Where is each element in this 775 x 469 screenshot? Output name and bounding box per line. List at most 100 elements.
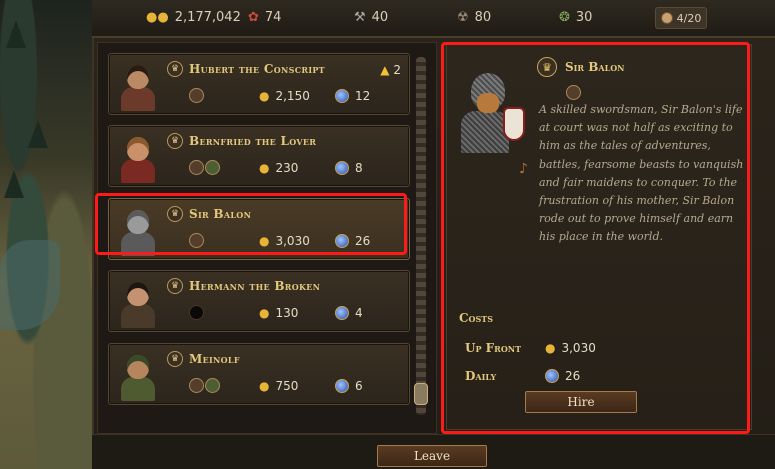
scrollbar-chain[interactable] bbox=[416, 57, 426, 415]
recruit-card[interactable]: ♛ Bernfried the Lover ● 230 8 bbox=[108, 125, 410, 187]
daily-cost-value: 26 bbox=[355, 234, 371, 248]
recruit-name: Hermann the Broken bbox=[189, 279, 321, 293]
gold-coins-icon: ●● bbox=[146, 10, 169, 25]
hire-cost-value: 2,150 bbox=[275, 89, 310, 103]
recruit-card[interactable]: ♛ Meinolf ● 750 6 bbox=[108, 343, 410, 405]
trait-icon[interactable] bbox=[205, 160, 220, 175]
shield-icon bbox=[503, 107, 525, 141]
goods-resource: ❂ 30 bbox=[559, 10, 592, 25]
trait-icon[interactable] bbox=[189, 305, 204, 320]
hire-cost: ● 3,030 bbox=[259, 234, 310, 248]
recruit-portrait bbox=[115, 131, 161, 183]
tools-amount: 40 bbox=[371, 10, 389, 25]
world-map-background bbox=[0, 0, 92, 469]
goods-icon: ❂ bbox=[559, 10, 570, 25]
trait-icon[interactable] bbox=[189, 160, 204, 175]
daily-cost: 8 bbox=[335, 161, 363, 175]
lute-icon: ♪ bbox=[519, 161, 528, 177]
gold-coins-icon: ● bbox=[259, 89, 270, 103]
roster-count-value: 4/20 bbox=[676, 11, 702, 25]
daily-cost-value: 8 bbox=[355, 161, 363, 175]
daily-wage-icon bbox=[335, 89, 349, 103]
perk-icon: ♛ bbox=[167, 351, 183, 367]
recruit-detail-panel: ♛ Sir Balon ♪ A skilled swordsman, Sir B… bbox=[446, 44, 752, 430]
recruit-portrait bbox=[115, 276, 161, 328]
hire-cost-value: 130 bbox=[275, 306, 299, 320]
hire-cost: ● 750 bbox=[259, 379, 298, 393]
tools-resource: ⚒ 40 bbox=[354, 10, 388, 25]
gold-coins-icon: ● bbox=[259, 234, 270, 248]
up-arrow-icon: ▲ bbox=[380, 63, 390, 77]
trait-icon[interactable] bbox=[189, 378, 204, 393]
daily-cost-value: 4 bbox=[355, 306, 363, 320]
hire-cost-value: 3,030 bbox=[275, 234, 310, 248]
gold-coins-icon: ● bbox=[545, 341, 556, 355]
gold-coins-icon: ● bbox=[259, 306, 270, 320]
trait-icon[interactable] bbox=[189, 233, 204, 248]
hire-button[interactable]: Hire bbox=[525, 391, 637, 413]
leave-button[interactable]: Leave bbox=[377, 445, 487, 467]
up-front-cost-row: Up Front ● 3,030 bbox=[465, 341, 596, 355]
recruit-name: Meinolf bbox=[189, 352, 240, 366]
gold-coins-icon: ● bbox=[259, 379, 270, 393]
daily-cost: 26 bbox=[335, 234, 370, 248]
daily-cost: 12 bbox=[335, 89, 370, 103]
recruit-list: ♛ Hubert the Conscript ● 2,150 12 ▲ 2 ♛ … bbox=[97, 42, 437, 434]
trait-icon[interactable] bbox=[205, 378, 220, 393]
hire-cost-value: 230 bbox=[275, 161, 299, 175]
recruit-card[interactable]: ♛ Hermann the Broken ● 130 4 bbox=[108, 270, 410, 332]
hire-cost-value: 750 bbox=[275, 379, 299, 393]
hire-cost: ● 130 bbox=[259, 306, 298, 320]
roster-count[interactable]: 4/20 bbox=[655, 7, 707, 29]
daily-label: Daily bbox=[465, 369, 497, 383]
gold-coins-icon: ● bbox=[259, 161, 270, 175]
tree-icon bbox=[4, 170, 24, 198]
perk-icon: ♛ bbox=[167, 278, 183, 294]
medicine-resource: ☢ 80 bbox=[457, 10, 491, 25]
daily-wage-icon bbox=[335, 234, 349, 248]
perk-icon: ♛ bbox=[167, 61, 183, 77]
trait-icon[interactable] bbox=[566, 85, 581, 100]
costs-heading: Costs bbox=[459, 311, 494, 325]
gold-resource: ●● 2,177,042 bbox=[146, 10, 241, 25]
recruit-name: Bernfried the Lover bbox=[189, 134, 317, 148]
tools-icon: ⚒ bbox=[354, 10, 366, 25]
trait-icon[interactable] bbox=[189, 88, 204, 103]
medicine-amount: 80 bbox=[474, 10, 492, 25]
perk-icon: ♛ bbox=[167, 206, 183, 222]
hire-screen: ♛ Hubert the Conscript ● 2,150 12 ▲ 2 ♛ … bbox=[92, 38, 775, 469]
tree-icon bbox=[28, 120, 48, 148]
gold-amount: 2,177,042 bbox=[174, 10, 241, 25]
recruit-card[interactable]: ♛ Hubert the Conscript ● 2,150 12 ▲ 2 bbox=[108, 53, 410, 115]
up-front-value: 3,030 bbox=[561, 341, 596, 355]
detail-description: A skilled swordsman, Sir Balon's life at… bbox=[539, 103, 744, 244]
up-front-label: Up Front bbox=[465, 341, 522, 355]
daily-wage-icon bbox=[545, 369, 559, 383]
hire-cost: ● 230 bbox=[259, 161, 298, 175]
resource-bar: ●● 2,177,042 ✿ 74 ⚒ 40 ☢ 80 ❂ 30 4/20 bbox=[92, 0, 775, 38]
crown-icon: ♛ bbox=[537, 57, 557, 77]
food-amount: 74 bbox=[264, 10, 282, 25]
recruit-portrait bbox=[115, 349, 161, 401]
perk-icon: ♛ bbox=[167, 133, 183, 149]
daily-cost: 4 bbox=[335, 306, 363, 320]
recruit-name: Sir Balon bbox=[189, 207, 252, 221]
hire-cost: ● 2,150 bbox=[259, 89, 310, 103]
food-icon: ✿ bbox=[248, 10, 259, 25]
daily-cost-value: 6 bbox=[355, 379, 363, 393]
daily-wage-icon bbox=[335, 306, 349, 320]
daily-wage-icon bbox=[335, 161, 349, 175]
recruit-portrait bbox=[115, 59, 161, 111]
bottom-bar: Leave bbox=[92, 434, 775, 469]
daily-value: 26 bbox=[565, 369, 581, 383]
recruit-portrait bbox=[115, 204, 161, 256]
detail-portrait bbox=[457, 67, 527, 153]
recruit-name: Hubert the Conscript bbox=[189, 62, 325, 76]
daily-wage-icon bbox=[335, 379, 349, 393]
roster-face-icon bbox=[660, 12, 673, 24]
goods-amount: 30 bbox=[575, 10, 593, 25]
scrollbar-handle[interactable] bbox=[414, 383, 428, 405]
medicine-icon: ☢ bbox=[457, 10, 469, 25]
daily-cost-value: 12 bbox=[355, 89, 371, 103]
recruit-card[interactable]: ♛ Sir Balon ● 3,030 26 bbox=[108, 198, 410, 260]
